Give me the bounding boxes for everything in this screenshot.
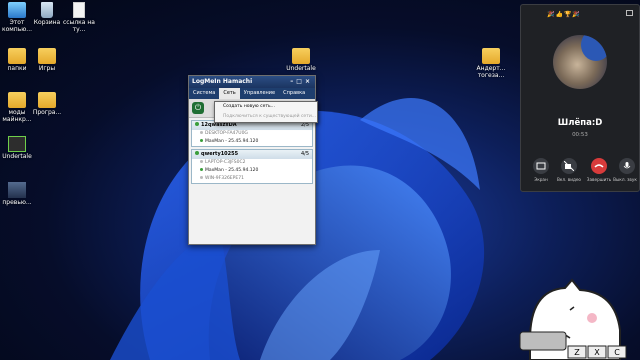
reaction-icons: 🎉👍🏆🎉 [547,11,581,18]
document-icon [73,2,85,18]
menu-system[interactable]: Система [189,88,219,99]
folder-icon [38,48,56,64]
peer-status-icon [200,176,203,179]
hangup-button[interactable] [591,158,607,174]
desktop-icon-undertale-together[interactable]: Андерт... тогеза... [474,48,508,79]
icon-label: ссылка на ту... [63,19,95,33]
computer-icon [8,2,26,18]
hamachi-menubar: Система Сеть Управление Справка [189,88,315,99]
folder-icon [482,48,500,64]
icon-label: моды майнкр... [2,109,32,123]
peer-label: DESKTOP-FA47U0G [205,131,248,136]
menu-manage[interactable]: Управление [240,88,279,99]
mic-icon [623,162,631,169]
network-count: 4/5 [300,151,309,157]
desktop: Этот компью... Корзина ссылка на ту... п… [0,0,640,360]
mute-button[interactable] [619,158,635,174]
keyboard-keys: Z X C [567,345,627,359]
desktop-icon-programs[interactable]: Програ... [30,92,64,117]
network-name: qwerty10255 [201,151,239,157]
peer-status-icon [200,139,203,142]
undertale-icon [8,136,26,152]
network-menu-dropdown: Создать новую сеть... Подключиться к сущ… [214,101,318,123]
key-z: Z [574,348,580,357]
screen-share-label: Экран [534,177,548,182]
window-title: LogMeIn Hamachi [192,78,253,85]
window-controls[interactable]: –□× [290,76,313,88]
online-status-icon [195,151,199,155]
call-timer: 00:53 [572,132,588,138]
menu-network[interactable]: Сеть [219,88,240,99]
desktop-icon-previews[interactable]: превью... [0,182,34,207]
key-x: X [594,348,600,357]
hangup-icon [594,164,604,168]
folder-icon [8,48,26,64]
avatar-hat [581,35,607,61]
power-icon[interactable]: ⏻ [192,102,204,114]
icon-label: Корзина [33,19,61,26]
peer-label: MaxMan - 25.45.94.120 [205,168,259,173]
peer-status-icon [200,160,203,163]
folder-icon [38,92,56,108]
icon-label: Undertale [2,153,32,160]
menu-item-create-network[interactable]: Создать новую сеть... [215,102,317,112]
peer-status-icon [200,168,203,171]
screen-share-icon [536,162,546,170]
peer-row[interactable]: MaxMan - 25.45.94.120 [192,138,312,146]
image-folder-icon [8,182,26,198]
key-c: C [614,348,620,357]
desktop-icon-link[interactable]: ссылка на ту... [62,2,96,33]
peer-label: MaxMan - 25.45.94.120 [205,139,259,144]
icon-label: папки [7,65,27,72]
desktop-icon-undertale-game[interactable]: Undertale [0,136,34,161]
folder-icon [292,48,310,64]
hamachi-titlebar[interactable]: LogMeIn Hamachi –□× [189,76,315,88]
desktop-icon-this-pc[interactable]: Этот компью... [0,2,34,33]
icon-label: Этот компью... [1,19,33,33]
menu-help[interactable]: Справка [279,88,309,99]
popout-icon[interactable] [626,10,633,16]
network-group: 12qwaszxDA 2/5 DESKTOP-FA47U0G MaxMan - … [191,120,313,147]
folder-icon [8,92,26,108]
bongo-cat-overlay: Z X C [519,278,627,360]
peer-row[interactable]: MaxMan - 25.45.94.120 [192,167,312,175]
desktop-icon-folders[interactable]: папки [0,48,34,73]
video-toggle-label: Вкл. видео [557,177,581,182]
peer-row[interactable]: LAPTOP-C3JFS0C2 [192,159,312,167]
video-off-icon [564,161,574,171]
network-group: qwerty10255 4/5 LAPTOP-C3JFS0C2 MaxMan -… [191,149,313,184]
desktop-icon-recycle-bin[interactable]: Корзина [30,2,64,27]
peer-label: WIN-9F326EPE71 [205,176,244,181]
network-header[interactable]: qwerty10255 4/5 [192,150,312,159]
icon-label: Игры [38,65,56,72]
caller-name: Шлёпа:D [557,118,603,128]
icon-label: превью... [2,199,32,206]
desktop-icon-games[interactable]: Игры [30,48,64,73]
mute-label: Выкл. звук [613,177,637,182]
peer-row[interactable]: WIN-9F326EPE71 [192,175,312,183]
hangup-label: Завершить [586,177,612,182]
icon-label: Андерт... тогеза... [476,65,506,79]
desktop-icon-minecraft-mods[interactable]: моды майнкр... [0,92,34,123]
icon-label: Програ... [32,109,62,116]
icon-label: Undertale [286,65,316,72]
online-status-icon [195,122,199,126]
menu-item-join-network[interactable]: Подключиться к существующей сети... [215,112,317,122]
avatar [553,35,607,89]
peer-status-icon [200,131,203,134]
video-toggle-button[interactable] [561,158,577,174]
recycle-bin-icon [41,2,53,18]
peer-label: LAPTOP-C3JFS0C2 [205,160,246,165]
peer-row[interactable]: DESKTOP-FA47U0G [192,130,312,138]
voice-call-panel: 🎉👍🏆🎉 Шлёпа:D 00:53 Экран Вкл. видео Заве… [520,4,640,192]
desktop-icon-undertale-folder[interactable]: Undertale [284,48,318,73]
screen-share-button[interactable] [533,158,549,174]
